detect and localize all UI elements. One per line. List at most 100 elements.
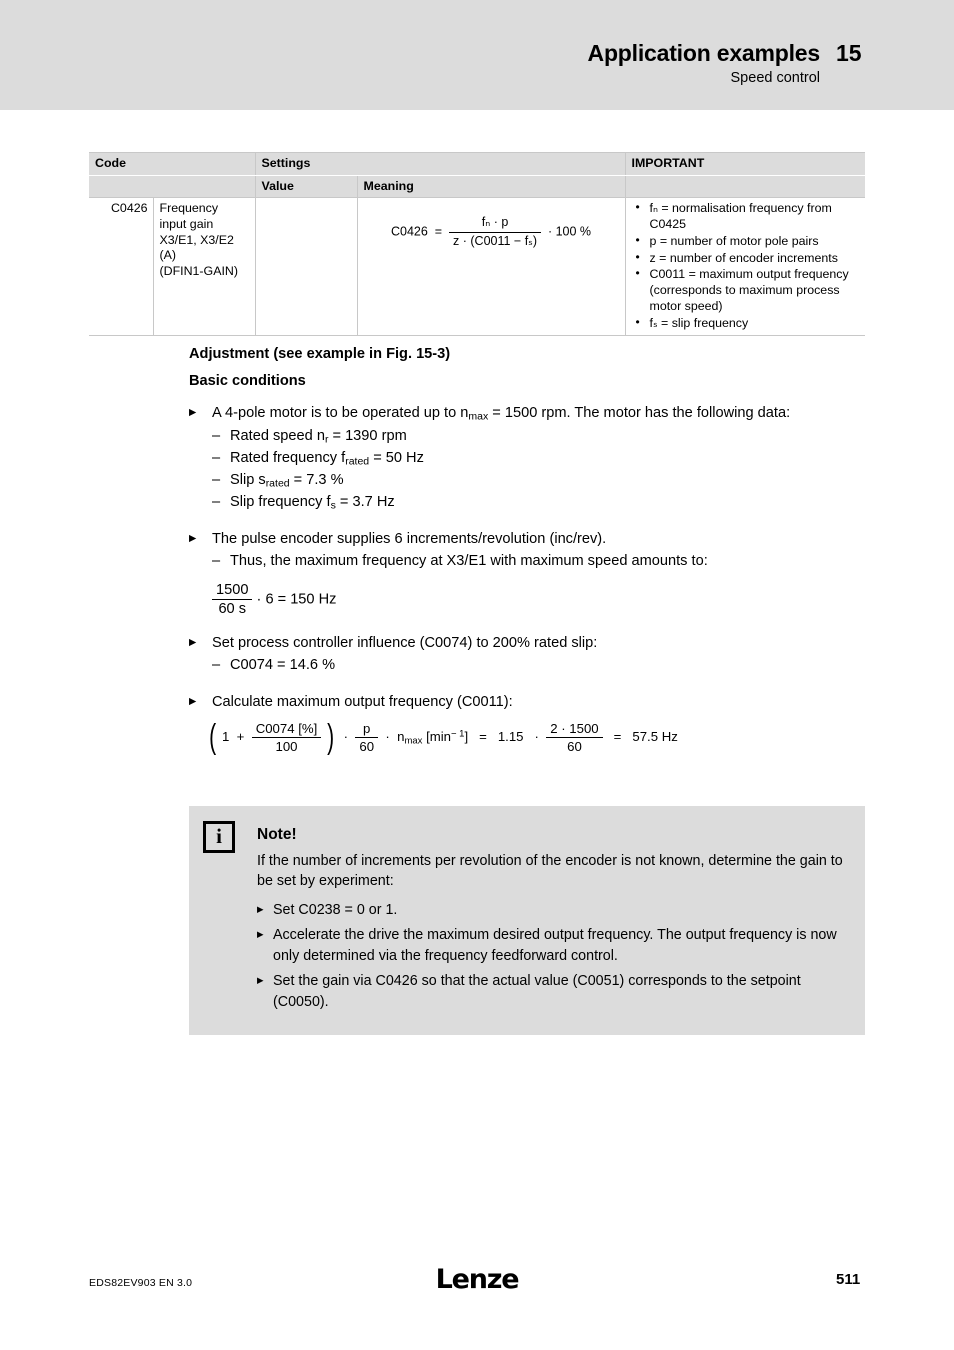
cell-description-text: Frequency input gain X3/E1, X3/E2 (A) (DFIN1…	[159, 201, 238, 278]
table-header-row-2: Value Meaning	[89, 175, 866, 199]
equation-c0011: ( 1 + C0074 [%] 100 ) · p 60 · nmax [min…	[207, 718, 865, 757]
cell-important: fₙ = normalisation frequency from C0425 …	[625, 197, 866, 337]
table-header-meaning: Meaning	[357, 175, 626, 199]
list-item-c0074: C0074 = 14.6 %	[212, 655, 865, 676]
list-item: C0011 = maximum output frequency (corres…	[634, 266, 860, 314]
basic-conditions-heading: Basic conditions	[189, 373, 306, 390]
list-item-max-frequency: Thus, the maximum frequency at X3/E1 wit…	[212, 551, 865, 572]
page-number: 511	[836, 1271, 861, 1288]
list-item: p = number of motor pole pairs	[634, 233, 860, 250]
note-inner: i Note! If the number of increments per …	[189, 806, 865, 1035]
eq-den-60b: 60	[567, 738, 582, 754]
rated-freq-value: = 50 Hz	[369, 449, 424, 466]
equation-max-frequency: 1500 60 s · 6 = 150 Hz	[212, 582, 865, 617]
encoder-list: The pulse encoder supplies 6 increments/…	[189, 529, 865, 572]
page-subtitle: Speed control	[730, 70, 820, 86]
eq-num-c0074: C0074 [%]	[251, 721, 322, 738]
note-body: Note! If the number of increments per re…	[257, 826, 847, 1012]
paren-open: (	[209, 718, 217, 757]
cell-value	[255, 197, 358, 337]
list-item: Set the gain via C0426 so that the actua…	[257, 971, 847, 1012]
eq-dot-1: ·	[343, 728, 349, 744]
slip-freq-value: = 3.7 Hz	[335, 493, 395, 510]
rated-speed-label: Rated speed n	[230, 428, 325, 445]
motor-data-list: Rated speed nr = 1390 rpm Rated frequenc…	[212, 426, 865, 513]
formula-denominator: z · (C0011 − fₛ)	[453, 234, 538, 248]
list-item-process-controller: Set process controller influence (C0074)…	[189, 633, 865, 676]
calculate-list: Calculate maximum output frequency (C001…	[189, 692, 865, 713]
process-controller-sub-list: C0074 = 14.6 %	[212, 655, 865, 676]
eq-den-100: 100	[275, 738, 298, 754]
info-icon: i	[203, 821, 235, 853]
slip-value: = 7.3 %	[289, 471, 344, 488]
rated-speed-value: = 1390 rpm	[328, 428, 407, 445]
list-item: Set C0238 = 0 or 1.	[257, 900, 847, 920]
eq-result: 57.5 Hz	[632, 728, 678, 744]
slip-label: Slip s	[230, 471, 266, 488]
list-item: Accelerate the drive the maximum desired…	[257, 925, 847, 966]
formula-lhs: C0426	[390, 224, 428, 239]
freq-rest: · 6 = 150 Hz	[256, 591, 337, 608]
adjustment-heading: Adjustment (see example in Fig. 15-3)	[189, 346, 451, 362]
basic-conditions-list: A 4-pole motor is to be operated up to n…	[189, 403, 865, 513]
eq-unit-close: ]	[464, 728, 469, 744]
eq-unit: [min	[426, 728, 451, 744]
eq-equals-2: =	[613, 728, 622, 744]
table-header-settings: Settings	[255, 153, 626, 176]
code-table-wrapper: Code Settings IMPORTANT Value Meaning C0…	[89, 153, 866, 337]
eq-equals-1: =	[479, 728, 487, 744]
table-header-value: Value	[255, 175, 358, 199]
encoder-text: The pulse encoder supplies 6 increments/…	[212, 531, 607, 548]
table-header-important: IMPORTANT	[625, 153, 866, 176]
cell-description: Frequency input gain X3/E1, X3/E2 (A) (DFIN1…	[153, 197, 256, 337]
meaning-formula: C0426 = fₙ · p z · (C0011 − fₛ) · 100 %	[391, 215, 591, 250]
rated-freq-sub: rated	[345, 455, 370, 468]
note-title: Note!	[257, 826, 297, 843]
cell-code: C0426	[89, 197, 154, 337]
list-item: z = number of encoder increments	[634, 250, 860, 267]
table-header-row-1: Code Settings IMPORTANT	[89, 153, 866, 176]
eq-factor: 1.15	[497, 728, 524, 744]
table-row: C0426 Frequency input gain X3/E1, X3/E2 (A)…	[89, 197, 866, 337]
eq-nmax-sub: max	[404, 735, 423, 747]
motor-text-2: = 1500 rpm. The motor has the following …	[488, 405, 791, 422]
freq-denominator: 60 s	[218, 601, 247, 618]
table-header-code-spacer	[89, 175, 256, 199]
list-item-rated-frequency: Rated frequency frated = 50 Hz	[212, 448, 865, 470]
note-paragraph: If the number of increments per revoluti…	[257, 853, 843, 890]
process-controller-text: Set process controller influence (C0074)…	[212, 635, 598, 652]
slip-freq-label: Slip frequency f	[230, 493, 331, 510]
note-list: Set C0238 = 0 or 1. Accelerate the drive…	[257, 900, 847, 1012]
body-content: Adjustment (see example in Fig. 15-3) Ba…	[189, 345, 865, 754]
encoder-sub-list: Thus, the maximum frequency at X3/E1 wit…	[212, 551, 865, 572]
eq-unit-sup: − 1	[450, 728, 465, 740]
process-controller-list: Set process controller influence (C0074)…	[189, 633, 865, 676]
note-box: i Note! If the number of increments per …	[189, 806, 865, 1036]
rated-freq-label: Rated frequency f	[230, 449, 346, 466]
freq-fraction: 1500 60 s	[212, 582, 253, 618]
eq-plus: +	[236, 728, 245, 744]
list-item-encoder: The pulse encoder supplies 6 increments/…	[189, 529, 865, 572]
code-table: Code Settings IMPORTANT Value Meaning C0…	[89, 153, 866, 337]
slip-sub: rated	[265, 477, 290, 490]
freq-numerator: 1500	[212, 582, 253, 601]
lenze-logo: Lenze	[435, 1264, 520, 1295]
list-item-slip: Slip srated = 7.3 %	[212, 470, 865, 492]
paren-close: )	[327, 718, 335, 757]
page-title: Application examples	[587, 40, 821, 66]
eq-fraction-p60: p 60	[355, 721, 379, 754]
table-header-important-spacer	[625, 175, 866, 199]
formula-fraction: fₙ · p z · (C0011 − fₛ)	[449, 215, 542, 250]
list-item-rated-speed: Rated speed nr = 1390 rpm	[212, 426, 865, 448]
motor-text-1: A 4-pole motor is to be operated up to n	[212, 405, 469, 422]
motor-sub-max: max	[468, 411, 489, 424]
eq-fraction-c0074: C0074 [%] 100	[251, 721, 322, 754]
cell-meaning: C0426 = fₙ · p z · (C0011 − fₛ) · 100 %	[357, 197, 626, 337]
list-item-calculate: Calculate maximum output frequency (C001…	[189, 692, 865, 713]
eq-den-60: 60	[359, 738, 375, 754]
list-item: fₙ = normalisation frequency from C0425	[634, 200, 860, 233]
list-item-motor: A 4-pole motor is to be operated up to n…	[189, 403, 865, 513]
